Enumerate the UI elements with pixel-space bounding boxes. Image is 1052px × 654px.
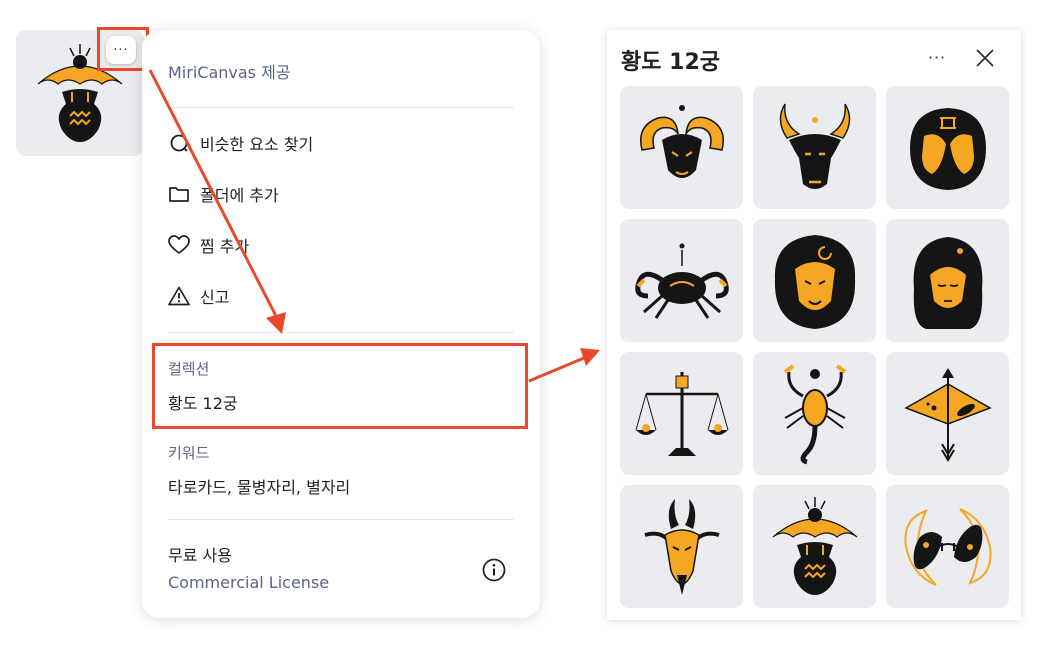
tile-cancer[interactable] [620, 219, 743, 342]
leo-icon [774, 234, 855, 329]
collection-grid [620, 86, 1010, 608]
panel-more-button[interactable]: ··· [924, 47, 950, 69]
sagittarius-icon [903, 367, 992, 462]
tile-libra[interactable] [620, 352, 743, 475]
libra-icon [635, 371, 728, 456]
tile-capricorn[interactable] [620, 485, 743, 608]
tile-leo[interactable] [753, 219, 876, 342]
tile-pisces[interactable] [886, 485, 1009, 608]
pisces-icon [903, 507, 992, 586]
cancer-icon [634, 243, 729, 319]
tile-taurus[interactable] [753, 86, 876, 209]
virgo-icon [913, 236, 982, 329]
close-icon[interactable] [973, 46, 997, 70]
scorpio-icon [783, 363, 846, 464]
tile-aries[interactable] [620, 86, 743, 209]
tile-aquarius[interactable] [753, 485, 876, 608]
tile-scorpio[interactable] [753, 352, 876, 475]
taurus-icon [779, 103, 850, 189]
tile-virgo[interactable] [886, 219, 1009, 342]
panel-title: 황도 12궁 [621, 50, 720, 75]
aries-icon [639, 104, 724, 178]
gemini-icon [909, 107, 986, 190]
aquarius-icon [772, 496, 857, 595]
tile-sagittarius[interactable] [886, 352, 1009, 475]
collection-panel: 황도 12궁 ··· [607, 30, 1021, 620]
capricorn-icon [643, 498, 720, 595]
tile-gemini[interactable] [886, 86, 1009, 209]
